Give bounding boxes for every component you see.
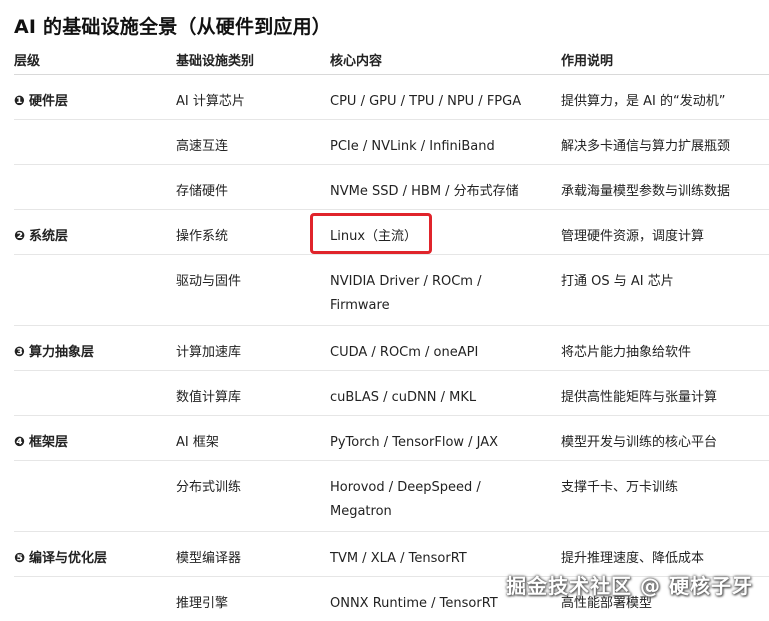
layer-number: ❸: [14, 345, 26, 360]
table-row: ❹ 框架层 AI 框架 PyTorch / TensorFlow / JAX 模型…: [14, 416, 769, 461]
core-cell: NVIDIA Driver / ROCm / Firmware: [330, 274, 482, 313]
layer-label: 算力抽象层: [29, 345, 95, 360]
layer-cell: ❹ 框架层: [14, 431, 164, 455]
description-cell: 管理硬件资源，调度计算: [561, 229, 705, 244]
description-cell: 将芯片能力抽象给软件: [561, 345, 692, 360]
layer-cell: [14, 270, 164, 294]
header-description: 作用说明: [561, 54, 614, 69]
core-cell: Horovod / DeepSpeed / Megatron: [330, 480, 481, 519]
watermark: 掘金技术社区 @ 硬核子牙: [506, 574, 753, 598]
description-cell: 提供高性能矩阵与张量计算: [561, 390, 718, 405]
category-cell: 模型编译器: [176, 551, 242, 566]
core-cell: NVMe SSD / HBM / 分布式存储: [330, 184, 519, 199]
layer-cell: [14, 476, 164, 500]
layer-cell: [14, 592, 164, 616]
layer-cell: [14, 180, 164, 204]
header-core: 核心内容: [330, 54, 383, 69]
category-cell: 分布式训练: [176, 480, 242, 495]
category-cell: 推理引擎: [176, 596, 229, 611]
category-cell: 驱动与固件: [176, 274, 242, 289]
category-cell: AI 框架: [176, 435, 219, 450]
layer-cell: ❶ 硬件层: [14, 90, 164, 114]
table-row: 数值计算库 cuBLAS / cuDNN / MKL 提供高性能矩阵与张量计算: [14, 371, 769, 416]
layer-label: 框架层: [29, 435, 69, 450]
table-row: 高速互连 PCIe / NVLink / InfiniBand 解决多卡通信与算…: [14, 120, 769, 165]
table-row: 驱动与固件 NVIDIA Driver / ROCm / Firmware 打通…: [14, 255, 769, 326]
description-cell: 解决多卡通信与算力扩展瓶颈: [561, 139, 731, 154]
layer-label: 硬件层: [29, 94, 69, 109]
layer-cell: [14, 135, 164, 159]
table-row: ❷ 系统层 操作系统 Linux（主流） 管理硬件资源，调度计算: [14, 210, 769, 255]
category-cell: 操作系统: [176, 229, 229, 244]
category-cell: 高速互连: [176, 139, 229, 154]
table-body: ❶ 硬件层 AI 计算芯片 CPU / GPU / TPU / NPU / FPG…: [14, 75, 769, 621]
category-cell: 计算加速库: [176, 345, 242, 360]
header-category: 基础设施类别: [176, 54, 255, 69]
table-header: 层级 基础设施类别 核心内容 作用说明: [14, 50, 769, 75]
layer-number: ❺: [14, 551, 26, 566]
description-cell: 提升推理速度、降低成本: [561, 551, 705, 566]
description-cell: 模型开发与训练的核心平台: [561, 435, 718, 450]
table-row: 分布式训练 Horovod / DeepSpeed / Megatron 支撑千…: [14, 461, 769, 532]
category-cell: 存储硬件: [176, 184, 229, 199]
table-row: ❶ 硬件层 AI 计算芯片 CPU / GPU / TPU / NPU / FPG…: [14, 75, 769, 120]
layer-number: ❶: [14, 94, 26, 109]
category-cell: 数值计算库: [176, 390, 242, 405]
layer-label: 编译与优化层: [29, 551, 108, 566]
layer-cell: ❷ 系统层: [14, 225, 164, 249]
core-cell: CPU / GPU / TPU / NPU / FPGA: [330, 94, 522, 109]
page-title: AI 的基础设施全景（从硬件到应用）: [14, 16, 331, 38]
description-cell: 支撑千卡、万卡训练: [561, 480, 679, 495]
core-cell: cuBLAS / cuDNN / MKL: [330, 390, 477, 405]
core-cell: PyTorch / TensorFlow / JAX: [330, 435, 499, 450]
layer-number: ❹: [14, 435, 26, 450]
table-row: 存储硬件 NVMe SSD / HBM / 分布式存储 承载海量模型参数与训练数…: [14, 165, 769, 210]
table-row: ❸ 算力抽象层 计算加速库 CUDA / ROCm / oneAPI 将芯片能力抽…: [14, 326, 769, 371]
layer-cell: ❸ 算力抽象层: [14, 341, 164, 365]
layer-cell: ❺ 编译与优化层: [14, 547, 164, 571]
layer-label: 系统层: [29, 229, 69, 244]
core-cell: CUDA / ROCm / oneAPI: [330, 345, 479, 360]
category-cell: AI 计算芯片: [176, 94, 245, 109]
core-cell: PCIe / NVLink / InfiniBand: [330, 139, 495, 154]
header-layer: 层级: [14, 54, 41, 69]
layer-number: ❷: [14, 229, 26, 244]
core-cell: TVM / XLA / TensorRT: [330, 551, 467, 566]
description-cell: 承载海量模型参数与训练数据: [561, 184, 731, 199]
layer-cell: [14, 386, 164, 410]
description-cell: 打通 OS 与 AI 芯片: [561, 274, 674, 289]
core-cell: Linux（主流）: [330, 229, 418, 244]
description-cell: 提供算力，是 AI 的“发动机”: [561, 94, 726, 109]
